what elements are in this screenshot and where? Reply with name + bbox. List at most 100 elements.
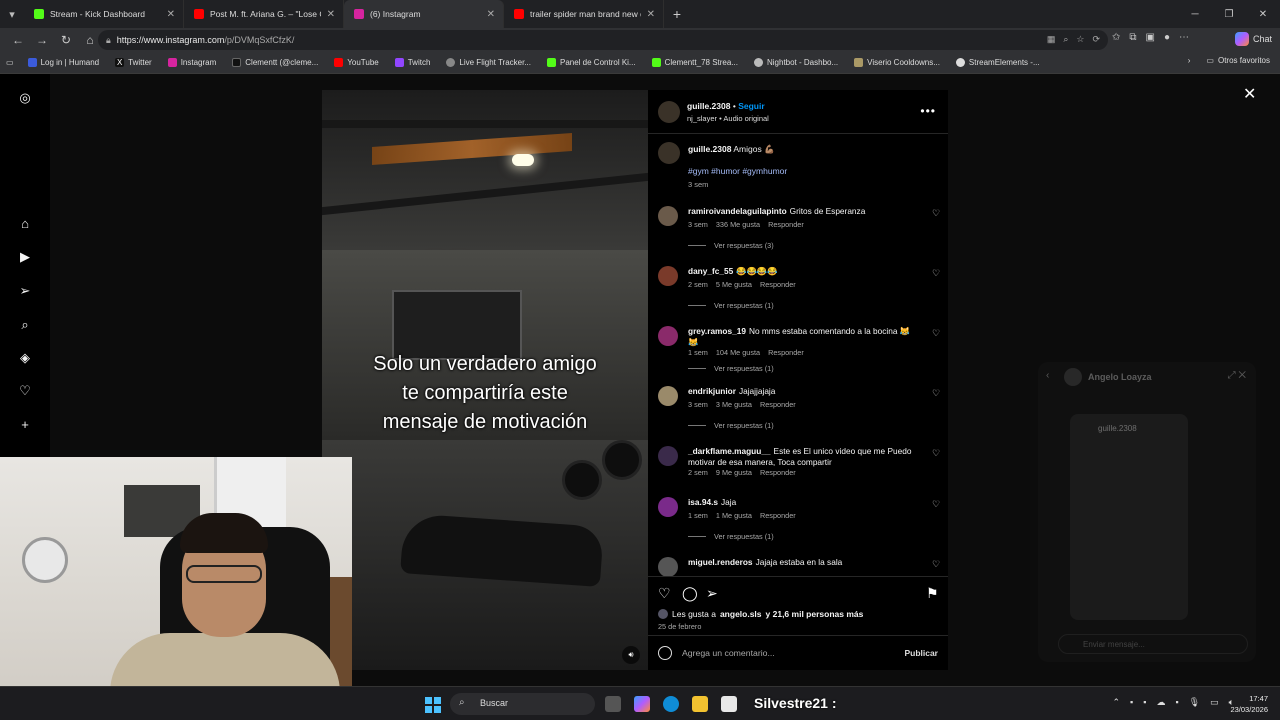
comment-like-heart-icon[interactable]: ♡ <box>932 448 940 459</box>
comment-avatar[interactable] <box>658 266 678 286</box>
comment-username[interactable]: grey.ramos_19 <box>688 326 746 336</box>
back-icon[interactable]: ← <box>6 33 30 47</box>
close-icon[interactable]: ✕ <box>647 9 655 20</box>
comment-like-heart-icon[interactable]: ♡ <box>932 388 940 399</box>
comment-avatar[interactable] <box>658 446 678 466</box>
comment-username[interactable]: isa.94.s <box>688 497 718 507</box>
bookmark-humand[interactable]: Log in | Humand <box>27 58 99 67</box>
cloud-icon[interactable]: ☁ <box>1156 697 1165 708</box>
comment-username[interactable]: ramiroivandelaguilapinto <box>688 206 787 216</box>
comment-avatar[interactable] <box>658 326 678 346</box>
minimize-icon[interactable]: ─ <box>1178 0 1212 28</box>
more-options-icon[interactable]: ••• <box>920 104 936 118</box>
comment-username[interactable]: endrikjunior <box>688 386 736 396</box>
dm-window-icons[interactable]: ⤢ ✕ <box>1228 370 1246 381</box>
copilot-app-icon[interactable] <box>634 696 650 712</box>
comment-avatar[interactable] <box>658 557 678 577</box>
taskbar-search[interactable]: ⌕ Buscar <box>450 693 595 715</box>
zoom-icon[interactable]: ⌕ <box>1063 34 1068 45</box>
tab-instagram[interactable]: (6) Instagram ✕ <box>344 0 504 28</box>
view-replies[interactable]: Ver respuestas (3) <box>688 241 774 250</box>
bookmark-instagram[interactable]: Instagram <box>167 58 216 67</box>
home-nav-icon[interactable]: ⌂ <box>17 216 33 232</box>
instagram-logo-icon[interactable]: ◎ <box>17 90 33 106</box>
address-bar[interactable]: 🔒︎ https://www.instagram.com/p/DVMqSxfCf… <box>98 30 1108 50</box>
settings-more-icon[interactable]: ⋯ <box>1179 32 1189 43</box>
comment-likes[interactable]: 104 Me gusta <box>716 348 760 357</box>
author-avatar[interactable] <box>658 101 680 123</box>
mute-icon[interactable]: 🔊︎ <box>622 646 640 664</box>
comment-like-heart-icon[interactable]: ♡ <box>932 268 940 279</box>
view-replies[interactable]: Ver respuestas (1) <box>688 421 774 430</box>
save-bookmark-icon[interactable]: ⚑ <box>926 585 939 602</box>
follow-button[interactable]: Seguir <box>738 101 764 111</box>
comment-avatar[interactable] <box>658 497 678 517</box>
bookmark-kick-panel[interactable]: Panel de Control Ki... <box>547 58 636 67</box>
tab-youtube-song[interactable]: Post M. ft. Ariana G. – "Lose Contr ✕ <box>184 0 344 28</box>
reply-button[interactable]: Responder <box>760 400 796 409</box>
shared-post-card[interactable] <box>1070 414 1188 620</box>
bookmark-viserio[interactable]: Viserio Cooldowns... <box>854 58 940 67</box>
app-available-icon[interactable]: ▦ <box>1047 34 1056 45</box>
task-view-icon[interactable] <box>605 696 621 712</box>
comment-likes[interactable]: 1 Me gusta <box>716 511 752 520</box>
audio-username[interactable]: nj_slayer <box>687 114 717 123</box>
bookmark-kick-stream[interactable]: Clementt_78 Strea... <box>651 58 738 67</box>
reply-button[interactable]: Responder <box>760 511 796 520</box>
microphone-icon[interactable]: 🎙︎ <box>1189 697 1200 708</box>
post-video[interactable]: Solo un verdadero amigo te compartiría e… <box>322 90 648 670</box>
comment-username[interactable]: _darkflame.maguu__ <box>688 446 771 456</box>
system-clock[interactable]: 17:47 23/03/2026 <box>1230 693 1268 715</box>
like-heart-icon[interactable]: ♡ <box>658 585 671 602</box>
view-replies[interactable]: Ver respuestas (1) <box>688 364 774 373</box>
likes-suffix[interactable]: y 21,6 mil personas más <box>766 609 864 619</box>
collections-icon[interactable]: ▣ <box>1146 32 1155 43</box>
copilot-chat-button[interactable]: Chat <box>1234 32 1272 46</box>
comment-like-heart-icon[interactable]: ♡ <box>932 499 940 510</box>
microsoft-store-icon[interactable] <box>721 696 737 712</box>
favorite-star-icon[interactable]: ☆ <box>1076 34 1084 45</box>
comment-username[interactable]: dany_fc_55 <box>688 266 733 276</box>
messages-nav-icon[interactable]: ➢ <box>17 283 33 299</box>
caption-username[interactable]: guille.2308 <box>688 144 731 154</box>
new-tab-button[interactable]: + <box>664 6 690 22</box>
back-icon[interactable]: ‹ <box>1046 370 1049 381</box>
other-favorites[interactable]: › ▭ Otros favoritos <box>1188 56 1270 65</box>
comment-likes[interactable]: 336 Me gusta <box>716 220 760 229</box>
reading-view-icon[interactable]: ▭ <box>6 58 14 67</box>
tray-app-icon[interactable]: ▪ <box>1175 697 1178 708</box>
refresh-page-icon[interactable]: ⟳ <box>1092 34 1100 45</box>
likes-user[interactable]: angelo.sls <box>720 609 762 619</box>
chevron-right-icon[interactable]: › <box>1188 56 1191 65</box>
publish-button[interactable]: Publicar <box>904 648 938 658</box>
comment-like-heart-icon[interactable]: ♡ <box>932 208 940 219</box>
reply-button[interactable]: Responder <box>768 348 804 357</box>
close-icon[interactable]: ✕ <box>327 9 335 20</box>
reels-nav-icon[interactable]: ▶ <box>17 249 33 265</box>
view-replies[interactable]: Ver respuestas (1) <box>688 532 774 541</box>
search-nav-icon[interactable]: ⌕ <box>17 317 33 333</box>
close-icon[interactable]: ✕ <box>487 9 495 20</box>
share-icon[interactable]: ➢ <box>706 585 718 602</box>
monitor-icon[interactable]: ▭ <box>1210 697 1219 708</box>
close-window-icon[interactable]: ✕ <box>1246 0 1280 28</box>
chevron-up-icon[interactable]: ⌃ <box>1112 697 1120 708</box>
comment-likes[interactable]: 3 Me gusta <box>716 400 752 409</box>
reply-button[interactable]: Responder <box>760 468 796 477</box>
comment-avatar[interactable] <box>658 386 678 406</box>
dm-contact-name[interactable]: Angelo Loayza <box>1088 372 1152 382</box>
create-nav-icon[interactable]: + <box>17 417 33 433</box>
comment-like-heart-icon[interactable]: ♡ <box>932 559 940 570</box>
dm-message-input[interactable]: Enviar mensaje... <box>1058 634 1248 654</box>
comment-icon[interactable]: ◯ <box>682 585 698 602</box>
close-post-icon[interactable]: ✕ <box>1243 84 1256 104</box>
profile-avatar[interactable]: ● <box>1164 32 1170 43</box>
author-username[interactable]: guille.2308 <box>687 101 730 111</box>
bookmark-streamelements[interactable]: StreamElements -... <box>955 58 1040 67</box>
comment-input[interactable]: Agrega un comentario... <box>682 648 775 658</box>
tab-actions-icon[interactable]: ▾ <box>0 0 24 28</box>
comment-like-heart-icon[interactable]: ♡ <box>932 328 940 339</box>
bookmark-tiktok[interactable]: Clementt (@cleme... <box>232 58 318 67</box>
reload-icon[interactable]: ↻ <box>54 33 78 47</box>
notifications-nav-icon[interactable]: ♡ <box>17 383 33 399</box>
